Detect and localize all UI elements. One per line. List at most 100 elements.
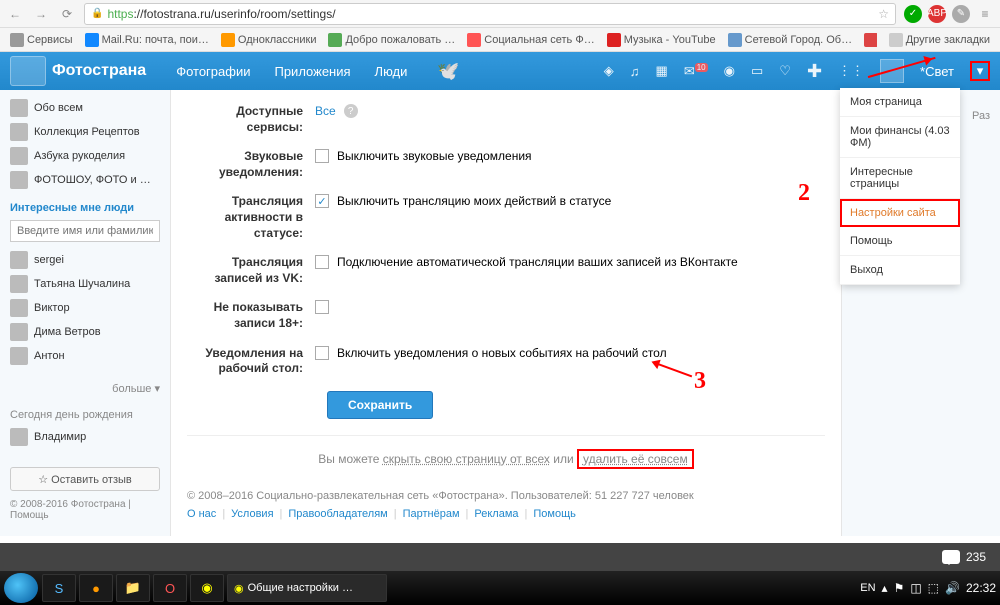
save-button[interactable]: Сохранить [327,391,433,419]
globe-icon[interactable]: ◉ [724,63,735,79]
messages-icon[interactable]: ✉10 [684,63,708,79]
back-button[interactable]: ← [6,5,24,23]
tray-flag-icon[interactable]: ⚑ [894,581,905,595]
taskbar-folder-icon[interactable]: 📁 [116,574,150,602]
sidebar-top-link[interactable]: Обо всем [10,96,160,120]
checkbox-desktop[interactable] [315,346,329,360]
taskbar-firefox-icon[interactable]: ● [79,574,113,602]
text-sound: Выключить звуковые уведомления [337,149,532,163]
forward-button[interactable]: → [32,5,50,23]
hide-page-link[interactable]: скрыть свою страницу от всех [383,452,550,466]
avatar-icon [10,299,28,317]
chat-icon[interactable] [942,550,960,564]
bookmark-star-icon[interactable]: ☆ [878,7,889,21]
people-search-input[interactable] [10,220,160,242]
tv-icon[interactable]: ▭ [751,63,763,79]
avatar-icon [10,147,28,165]
left-sidebar: Обо всемКоллекция Рецептов Азбука рукодел… [0,90,170,536]
bookmark-item[interactable]: Музыка - YouTube [603,31,720,49]
help-icon[interactable]: ? [344,104,358,118]
bookmark-item[interactable]: Добро пожаловать … [324,31,459,49]
address-bar[interactable]: 🔒 https ://fotostrana.ru/userinfo/room/s… [84,3,896,25]
taskbar-chrome-icon[interactable]: ◉ [190,574,224,602]
footer-link[interactable]: Условия [231,508,273,520]
sidebar-copyright: © 2008-2016 Фотострана | Помощь [10,499,160,521]
nav-apps[interactable]: Приложения [274,64,350,79]
footer-link[interactable]: Помощь [533,508,576,520]
start-button[interactable] [4,573,38,603]
right-expand-link[interactable]: Раз [972,110,990,122]
tray-clock[interactable]: 22:32 [966,581,996,595]
username[interactable]: *Свет [920,64,954,79]
tray-lang[interactable]: EN [860,582,875,594]
taskbar-opera-icon[interactable]: O [153,574,187,602]
bottom-bar: 235 [0,543,1000,571]
bookmark-item[interactable]: Социальная сеть Ф… [463,31,598,49]
checkbox-adult[interactable] [315,300,329,314]
taskbar-skype-icon[interactable]: S [42,574,76,602]
extension-icon[interactable]: ✎ [952,5,970,23]
checkbox-sound[interactable] [315,149,329,163]
dropdown-item[interactable]: Мои финансы (4.03 ФМ) [840,117,960,158]
avatar-icon [10,99,28,117]
other-bookmarks[interactable]: Другие закладки [885,31,994,49]
extension-icons: ✓ ABP ✎ ≡ [904,5,994,23]
label-services: Доступные сервисы: [187,104,315,135]
reload-button[interactable]: ⟳ [58,5,76,23]
tray-network-icon[interactable]: ◫ [910,581,921,595]
diamond-icon[interactable]: ◈ [604,63,614,79]
sidebar-top-link[interactable]: Коллекция Рецептов [10,120,160,144]
checkbox-vk[interactable] [315,255,329,269]
sidebar-person[interactable]: sergei [10,248,160,272]
label-desktop: Уведомления на рабочий стол: [187,346,315,377]
sidebar-top-link[interactable]: ФОТОШОУ, ФОТО и … [10,168,160,192]
feed-icon[interactable]: ▦ [656,63,668,79]
dropdown-item[interactable]: Настройки сайта [840,199,960,227]
sidebar-person[interactable]: Татьяна Шучалина [10,272,160,296]
extension-icon[interactable]: ✓ [904,5,922,23]
bookmark-item[interactable]: Mail.Ru: почта, пои… [81,31,213,49]
plus-icon[interactable]: ✚ [807,61,822,82]
dropdown-item[interactable]: Интересные страницы [840,158,960,199]
tray-arrow-icon[interactable]: ▴ [882,581,888,595]
footer-link[interactable]: Партнёрам [403,508,460,520]
logo[interactable]: Фотострана [10,56,146,86]
checkbox-activity[interactable]: ✓ [315,194,329,208]
sidebar-more-link[interactable]: больше ▾ [10,378,160,399]
nav-people[interactable]: Люди [375,64,408,79]
bookmark-item[interactable]: Смешные истории … [860,31,877,49]
tray-action-icon[interactable]: ⬚ [928,581,939,595]
menu-icon[interactable]: ≡ [976,5,994,23]
sidebar-item-label: Антон [34,350,65,362]
grid-icon[interactable]: ⋮⋮ [838,63,864,79]
settings-form: Доступные сервисы: Все ? Звуковые уведом… [170,90,842,536]
bookmark-item[interactable]: Сервисы [6,31,77,49]
bookmarks-bar: СервисыMail.Ru: почта, пои…Одноклассники… [0,28,1000,52]
favicon [607,33,621,47]
dropdown-item[interactable]: Помощь [840,227,960,256]
bookmark-item[interactable]: Сетевой Город. Об… [724,31,857,49]
sidebar-person[interactable]: Виктор [10,296,160,320]
bookmark-item[interactable]: Одноклассники [217,31,321,49]
sidebar-birthday-person[interactable]: Владимир [10,425,160,449]
delete-page-link[interactable]: удалить её совсем [577,449,694,469]
dropdown-item[interactable]: Выход [840,256,960,285]
sidebar-top-link[interactable]: Азбука рукоделия [10,144,160,168]
nav-photos[interactable]: Фотографии [176,64,250,79]
sidebar-person[interactable]: Дима Ветров [10,320,160,344]
dropdown-item[interactable]: Моя страница [840,88,960,117]
sidebar-item-label: Азбука рукоделия [34,150,125,162]
services-all-link[interactable]: Все [315,104,336,118]
tray-volume-icon[interactable]: 🔊 [945,581,960,595]
heart-icon[interactable]: ♡ [779,63,791,79]
footer-link[interactable]: Реклама [474,508,518,520]
adblock-icon[interactable]: ABP [928,5,946,23]
user-avatar[interactable] [880,59,904,83]
sidebar-person[interactable]: Антон [10,344,160,368]
music-icon[interactable]: ♫ [630,64,640,79]
footer-link[interactable]: Правообладателям [288,508,387,520]
footer-link[interactable]: О нас [187,508,216,520]
taskbar-active-window[interactable]: ◉ Общие настройки … [227,574,387,602]
leave-review-button[interactable]: ☆ Оставить отзыв [10,467,160,491]
user-dropdown-toggle[interactable]: ▾ [970,61,990,81]
